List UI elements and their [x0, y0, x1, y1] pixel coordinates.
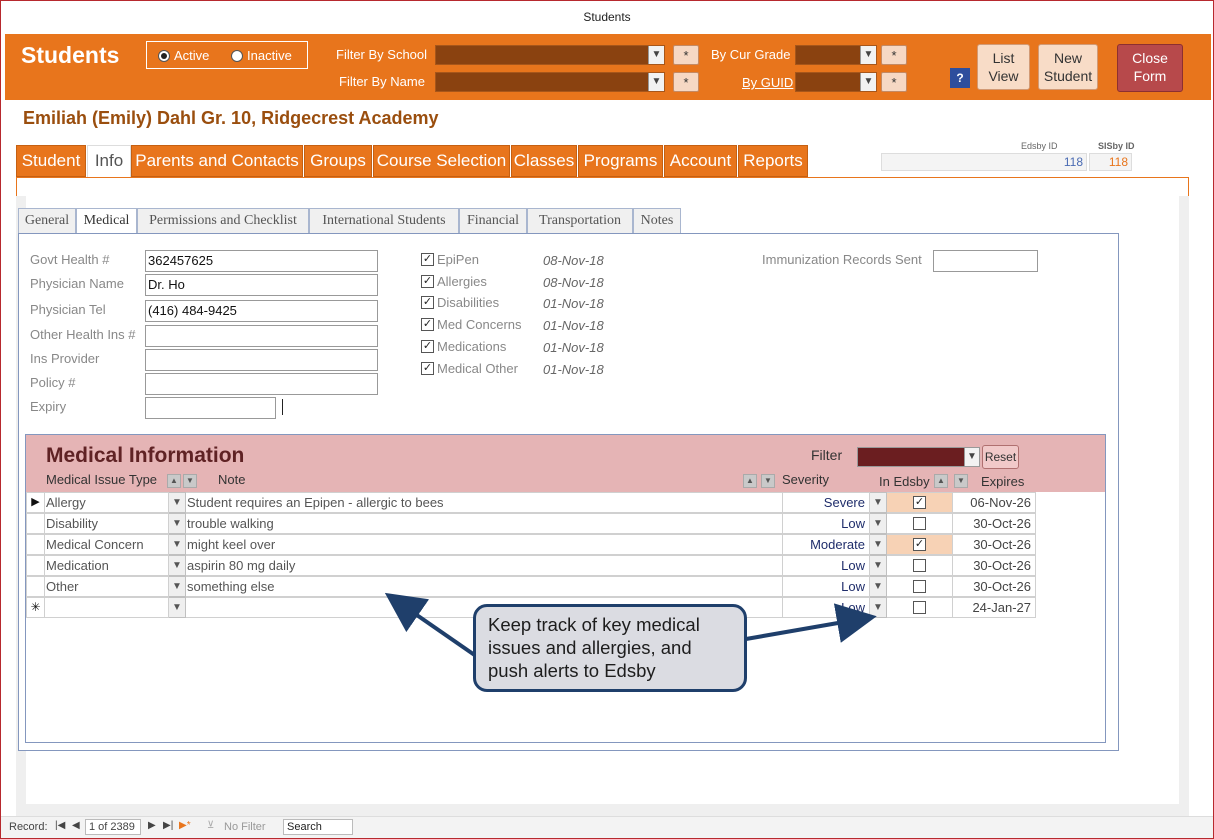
arrow-to-note — [384, 592, 478, 658]
new-record-icon[interactable]: ▶* — [179, 820, 191, 831]
last-record-icon[interactable]: ▶| — [163, 820, 173, 831]
current-record-input[interactable]: 1 of 2389 — [85, 819, 141, 835]
first-record-icon[interactable]: |◀ — [55, 820, 65, 831]
callout-note: Keep track of key medical issues and all… — [473, 604, 747, 692]
record-navigation-bar: Record: |◀ ◀ 1 of 2389 ▶ ▶| ▶* ⊻ No Filt… — [1, 816, 1213, 838]
next-record-icon[interactable]: ▶ — [148, 820, 156, 831]
search-input[interactable]: Search — [283, 819, 353, 835]
previous-record-icon[interactable]: ◀ — [72, 820, 80, 831]
arrow-to-edsby — [745, 603, 877, 643]
record-label: Record: — [9, 821, 48, 833]
filter-icon: ⊻ — [207, 820, 215, 831]
students-window: Students Students Active Inactive Filter… — [0, 0, 1214, 839]
no-filter-label[interactable]: No Filter — [224, 821, 266, 833]
callout-arrows — [384, 592, 877, 658]
